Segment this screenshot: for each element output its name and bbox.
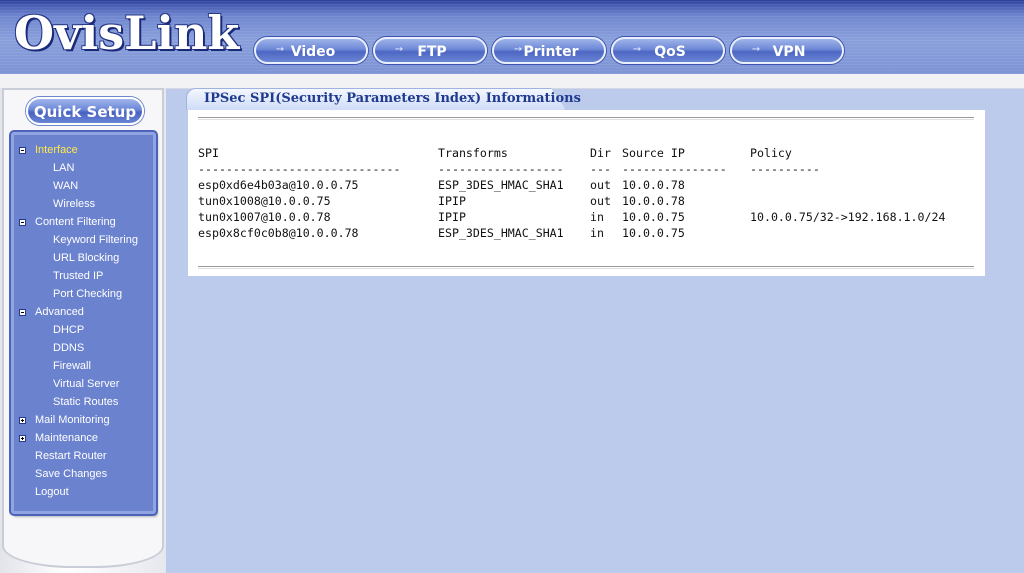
nav-qos-button[interactable]: ➙ QoS (611, 37, 725, 64)
page-title: IPSec SPI(Security Parameters Index) Inf… (204, 91, 581, 106)
expand-maintenance-icon[interactable] (19, 435, 26, 442)
nav-vpn-button[interactable]: ➙ VPN (730, 37, 844, 64)
top-divider (198, 117, 974, 120)
sidebar-item-wan[interactable]: WAN (53, 180, 78, 193)
table-row-2-source-ip: 10.0.0.75 (622, 210, 685, 224)
table-row-3-transforms: ESP_3DES_HMAC_SHA1 (438, 226, 564, 240)
sidebar-item-wireless[interactable]: Wireless (53, 198, 95, 211)
collapse-content-filtering-icon[interactable] (19, 219, 26, 226)
table-row-0-transforms: ESP_3DES_HMAC_SHA1 (438, 178, 564, 192)
collapse-interface-icon[interactable] (19, 147, 26, 154)
collapse-advanced-icon[interactable] (19, 309, 26, 316)
sidebar-item-interface[interactable]: Interface (35, 144, 78, 157)
sidebar-item-lan[interactable]: LAN (53, 162, 74, 175)
nav-printer-button[interactable]: ➙ Printer (492, 37, 606, 64)
column-header-spi: SPI (198, 146, 219, 160)
table-row-2-dir: in (590, 210, 604, 224)
nav-video-button[interactable]: ➙ Video (254, 37, 368, 64)
table-row-0-spi: esp0xd6e4b03a@10.0.0.75 (198, 178, 359, 192)
sidebar-item-url-blocking[interactable]: URL Blocking (53, 252, 119, 265)
nav-ftp-button[interactable]: ➙ FTP (373, 37, 487, 64)
quick-setup-button[interactable]: Quick Setup (26, 97, 144, 125)
header-divider-bar (0, 74, 1024, 89)
sidebar-item-keyword-filtering[interactable]: Keyword Filtering (53, 234, 138, 247)
column-header-source-ip: Source IP (622, 146, 685, 160)
column-header-policy: Policy (750, 146, 792, 160)
column-header-transforms: Transforms (438, 146, 508, 160)
separator-spi: ----------------------------- (198, 162, 401, 176)
separator-dir: --- (590, 162, 611, 176)
nav-printer-label: Printer (523, 44, 579, 60)
sidebar-item-dhcp[interactable]: DHCP (53, 324, 84, 337)
table-row-3-spi: esp0x8cf0c0b8@10.0.0.78 (198, 226, 359, 240)
sidebar-item-logout[interactable]: Logout (35, 486, 69, 499)
table-row-0-dir: out (590, 178, 611, 192)
table-row-0-source-ip: 10.0.0.78 (622, 178, 685, 192)
spi-info-panel: SPI Transforms Dir Source IP Policy ----… (188, 110, 985, 276)
nav-qos-label: QoS (654, 44, 686, 60)
table-row-1-dir: out (590, 194, 611, 208)
sidebar-item-static-routes[interactable]: Static Routes (53, 396, 118, 409)
table-row-3-dir: in (590, 226, 604, 240)
sidebar-item-virtual-server[interactable]: Virtual Server (53, 378, 119, 391)
separator-transforms: ------------------ (438, 162, 564, 176)
top-banner: OvisLink ➙ Video ➙ FTP ➙ Printer ➙ QoS ➙… (0, 0, 1024, 74)
separator-source-ip: --------------- (622, 162, 727, 176)
sidebar-item-maintenance[interactable]: Maintenance (35, 432, 98, 445)
sidebar-item-content-filtering[interactable]: Content Filtering (35, 216, 116, 229)
sidebar-item-mail-monitoring[interactable]: Mail Monitoring (35, 414, 110, 427)
sidebar-item-ddns[interactable]: DDNS (53, 342, 84, 355)
sidebar-item-port-checking[interactable]: Port Checking (53, 288, 122, 301)
bottom-divider (198, 266, 974, 269)
sidebar-item-restart-router[interactable]: Restart Router (35, 450, 107, 463)
sidebar-item-advanced[interactable]: Advanced (35, 306, 84, 319)
sidebar-item-trusted-ip[interactable]: Trusted IP (53, 270, 103, 283)
sidebar-item-save-changes[interactable]: Save Changes (35, 468, 107, 481)
separator-policy: ---------- (750, 162, 820, 176)
table-row-2-spi: tun0x1007@10.0.0.78 (198, 210, 331, 224)
nav-vpn-label: VPN (772, 44, 806, 60)
sidebar-item-firewall[interactable]: Firewall (53, 360, 91, 373)
nav-ftp-label: FTP (417, 44, 447, 60)
table-row-1-transforms: IPIP (438, 194, 466, 208)
table-row-3-source-ip: 10.0.0.75 (622, 226, 685, 240)
table-row-1-source-ip: 10.0.0.78 (622, 194, 685, 208)
column-header-dir: Dir (590, 146, 611, 160)
nav-video-label: Video (290, 44, 336, 60)
table-row-2-policy: 10.0.0.75/32->192.168.1.0/24 (750, 210, 946, 224)
table-row-2-transforms: IPIP (438, 210, 466, 224)
ovislink-logo: OvisLink (14, 6, 240, 60)
expand-mail-monitoring-icon[interactable] (19, 417, 26, 424)
table-row-1-spi: tun0x1008@10.0.0.75 (198, 194, 331, 208)
